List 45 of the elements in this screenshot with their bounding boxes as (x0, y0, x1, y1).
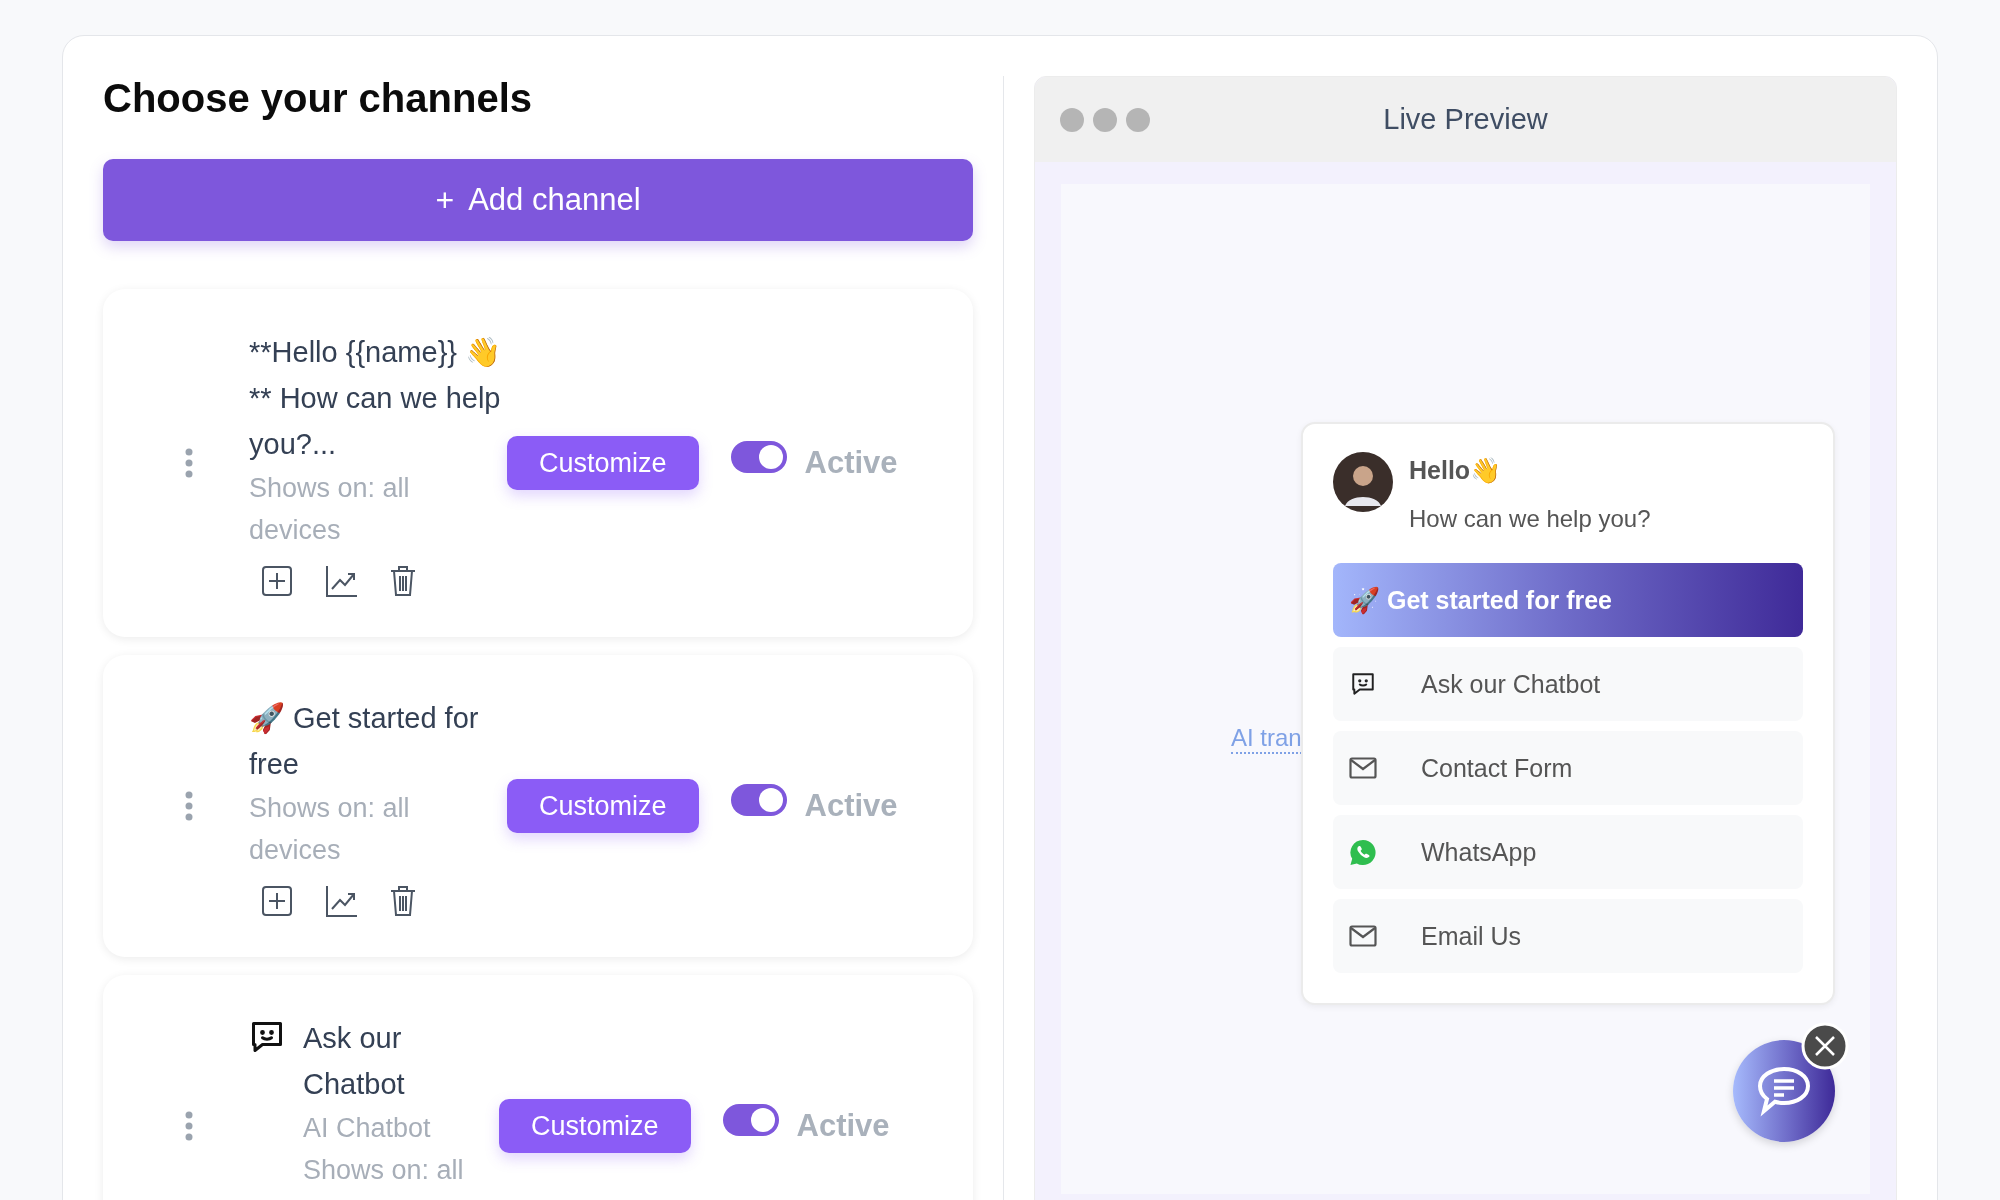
toggle-switch[interactable] (730, 441, 787, 473)
customize-button[interactable]: Customize (507, 779, 699, 833)
add-square-icon[interactable] (261, 565, 293, 597)
mail-icon (1349, 757, 1377, 779)
greeting-text: Hello👋 (1409, 456, 1503, 485)
drag-handle-icon[interactable] (185, 448, 193, 478)
chat-launcher-button[interactable] (1733, 1040, 1835, 1142)
preview-title: Live Preview (1382, 103, 1549, 136)
channel-title: **Hello {{name}} 👋 ** How can we help you?... (249, 335, 503, 462)
status-label: Active (804, 445, 898, 481)
shows-on-text: Shows on: all devices (249, 792, 411, 867)
greeting-message: How can we help you? (1409, 505, 1651, 533)
chat-smile-icon (249, 1019, 285, 1055)
window-dots-icon (1059, 106, 1151, 133)
toggle-switch[interactable] (730, 784, 787, 816)
status-label: Active (796, 1108, 890, 1144)
channel-option[interactable]: WhatsApp (1333, 815, 1803, 889)
add-channel-button[interactable]: + Add channel (103, 159, 973, 241)
customize-button[interactable]: Customize (507, 436, 699, 490)
chart-icon[interactable] (325, 565, 357, 597)
chat-bubble-icon (1756, 1065, 1812, 1117)
status-label: Active (804, 788, 898, 824)
phone-bubble-icon (1349, 838, 1377, 866)
channel-subtitle: AI Chatbot (303, 1112, 432, 1145)
chat-smile-icon (1349, 671, 1377, 697)
toggle-switch[interactable] (722, 1104, 779, 1136)
add-square-icon[interactable] (261, 885, 293, 917)
customize-button[interactable]: Customize (499, 1099, 691, 1153)
avatar-icon (1333, 452, 1393, 512)
drag-handle-icon[interactable] (185, 791, 193, 821)
channel-option[interactable]: Email Us (1333, 899, 1803, 973)
close-icon[interactable] (1801, 1022, 1849, 1070)
shows-on-text: Shows on: all devices (249, 472, 411, 547)
channel-option[interactable]: Contact Form (1333, 731, 1803, 805)
channel-title: Ask our Chatbot (303, 1021, 406, 1102)
channel-title: 🚀 Get started for free (249, 701, 480, 782)
drag-handle-icon[interactable] (185, 1111, 193, 1141)
shows-on-text: Shows on: all (303, 1154, 465, 1187)
page-title: Choose your channels (103, 76, 533, 121)
mail-icon (1349, 925, 1377, 947)
get-started-button[interactable]: 🚀 Get started for free (1333, 563, 1803, 637)
channel-option[interactable]: Ask our Chatbot (1333, 647, 1803, 721)
trash-icon[interactable] (389, 565, 417, 597)
trash-icon[interactable] (389, 885, 417, 917)
chart-icon[interactable] (325, 885, 357, 917)
